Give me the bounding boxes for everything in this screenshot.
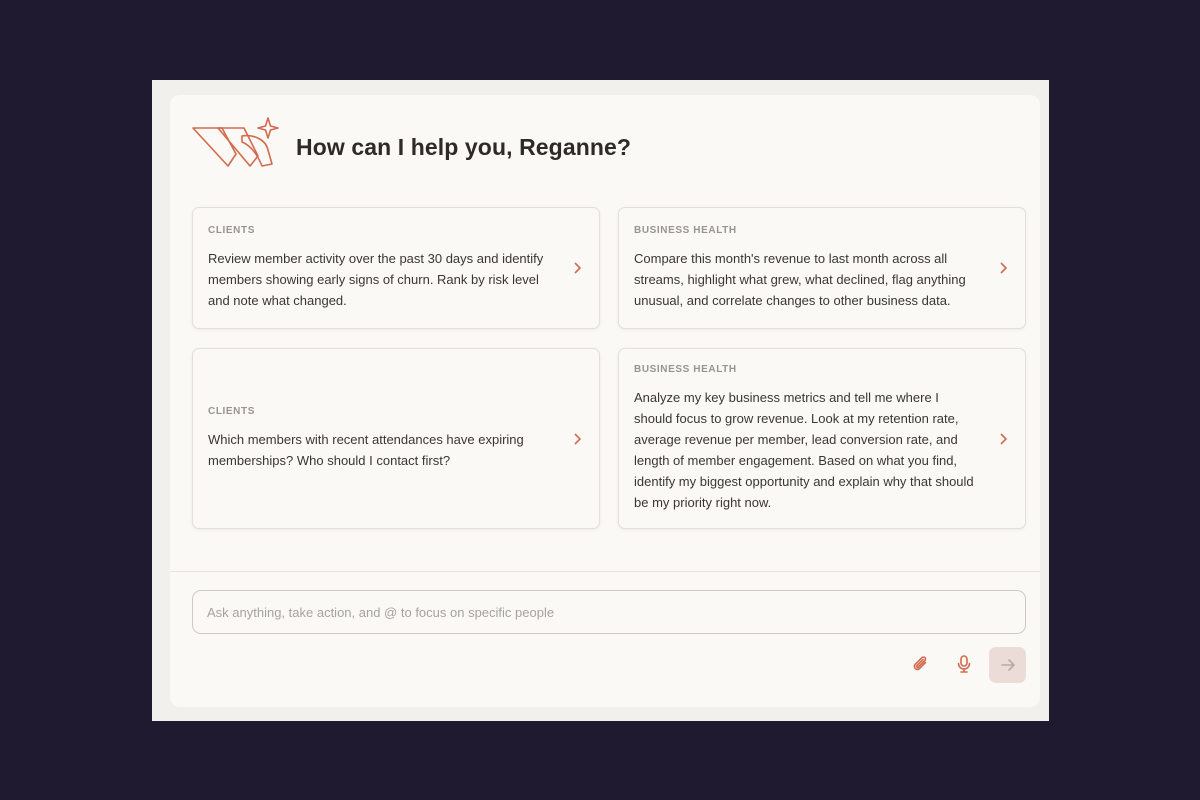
- paperclip-icon: [913, 656, 927, 671]
- card-text: Review member activity over the past 30 …: [208, 251, 544, 308]
- card-category: CLIENTS: [208, 225, 255, 236]
- card-category: CLIENTS: [208, 406, 255, 417]
- suggestion-card[interactable]: BUSINESS HEALTH Analyze my key business …: [618, 348, 1026, 529]
- card-category: BUSINESS HEALTH: [634, 364, 737, 375]
- suggestion-card[interactable]: CLIENTS Review member activity over the …: [192, 207, 600, 329]
- suggestion-card[interactable]: CLIENTS Which members with recent attend…: [192, 348, 600, 529]
- chevron-right-icon: [574, 432, 582, 445]
- chevron-right-icon: [574, 262, 582, 274]
- card-text: Which members with recent attendances ha…: [208, 432, 524, 468]
- attach-button[interactable]: [906, 649, 936, 679]
- greeting-title: How can I help you, Reganne?: [296, 134, 632, 160]
- composer-divider: [170, 571, 1040, 572]
- chevron-right-icon: [1000, 262, 1008, 274]
- card-text: Compare this month's revenue to last mon…: [634, 251, 966, 308]
- card-category: BUSINESS HEALTH: [634, 225, 737, 236]
- arrow-right-icon: [1000, 659, 1015, 671]
- chevron-right-icon: [1000, 432, 1008, 445]
- send-button[interactable]: [989, 647, 1026, 683]
- card-text: Analyze my key business metrics and tell…: [634, 390, 974, 510]
- microphone-button[interactable]: [949, 649, 979, 679]
- sparkle-w-logo-icon: [192, 117, 279, 167]
- suggestion-card[interactable]: BUSINESS HEALTH Compare this month's rev…: [618, 207, 1026, 329]
- microphone-icon: [957, 655, 971, 673]
- chat-input[interactable]: [192, 590, 1026, 634]
